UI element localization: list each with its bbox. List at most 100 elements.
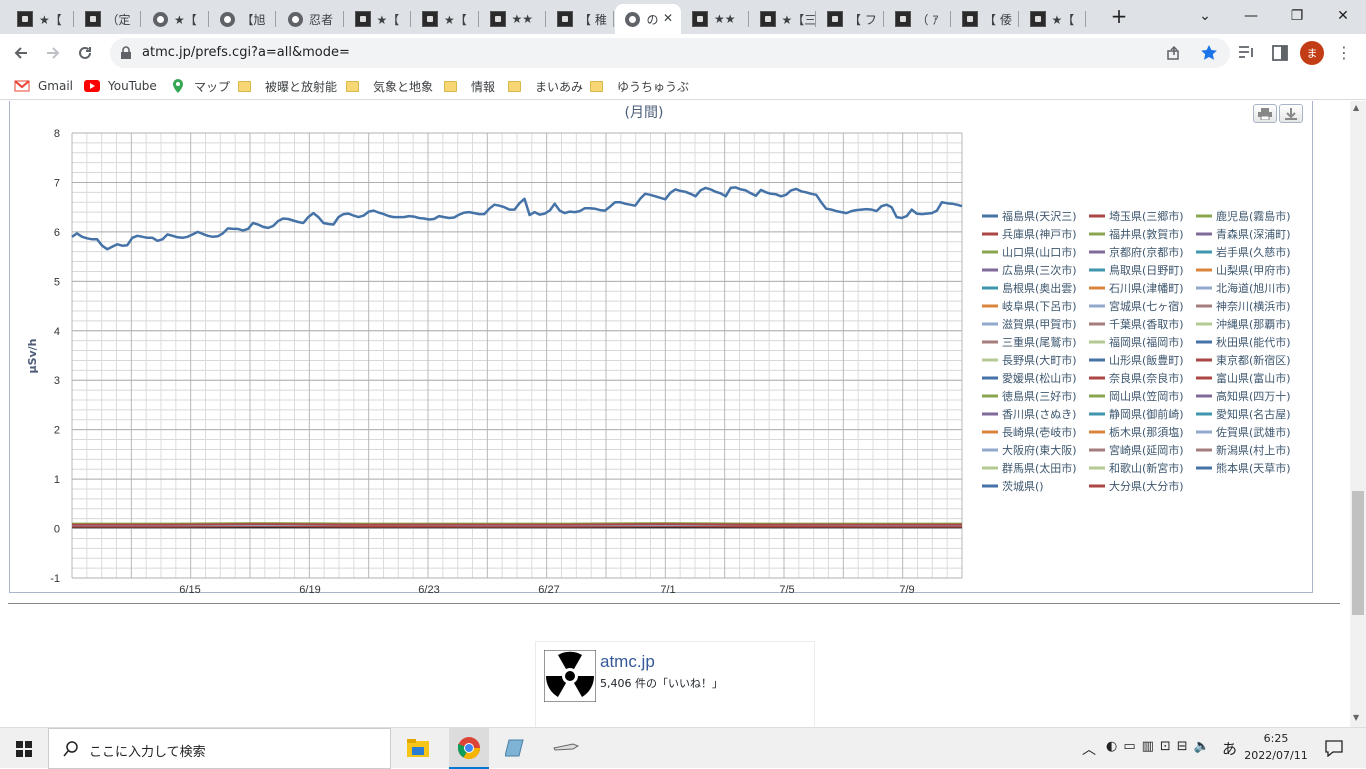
menu-icon[interactable]: ⋮ <box>1336 43 1352 62</box>
tab-10[interactable]: ★★ <box>682 4 749 34</box>
legend-item[interactable]: 山梨県(甲府市) <box>1216 263 1291 277</box>
legend-item[interactable]: 茨城県() <box>1002 479 1044 493</box>
new-tab-button[interactable]: + <box>1096 0 1142 32</box>
legend-item[interactable]: 島根県(奥出雲) <box>1002 281 1077 295</box>
notification-icon[interactable] <box>1325 740 1343 757</box>
bookmark-2[interactable]: マップ <box>170 77 230 95</box>
legend-item[interactable]: 富山県(富山市) <box>1216 371 1291 385</box>
clock-time[interactable]: 6:25 <box>1248 732 1304 745</box>
legend-item[interactable]: 岡山県(笠岡市) <box>1109 389 1184 403</box>
tray-chevron-icon[interactable]: ︿ <box>1082 739 1096 759</box>
tab-13[interactable]: （ ｱ <box>885 4 951 34</box>
tab-7[interactable]: ★★ <box>480 4 546 34</box>
legend-item[interactable]: 東京都(新宿区) <box>1216 353 1291 367</box>
legend-item[interactable]: 徳島県(三好市) <box>1002 389 1077 403</box>
close-window-icon[interactable]: ✕ <box>1320 0 1366 32</box>
minimize-icon[interactable]: — <box>1228 0 1274 32</box>
scroll-down-icon[interactable]: ▼ <box>1353 713 1359 722</box>
legend-item[interactable]: 和歌山(新宮市) <box>1109 461 1184 475</box>
bookmark-4[interactable]: 気象と地象 <box>346 77 433 95</box>
legend-item[interactable]: 栃木県(那須塩) <box>1109 425 1184 439</box>
reload-icon[interactable] <box>70 38 100 68</box>
legend-item[interactable]: 大分県(大分市) <box>1109 479 1184 493</box>
close-tab-icon[interactable]: ✕ <box>663 11 673 25</box>
tab-8[interactable]: 【 稚 <box>547 4 614 34</box>
legend-item[interactable]: 岐阜県(下呂市) <box>1002 299 1077 313</box>
legend-item[interactable]: 長崎県(壱岐市) <box>1002 425 1077 439</box>
page-scrollbar[interactable]: ▲ ▼ <box>1350 101 1366 727</box>
tab-3[interactable]: 【旭 <box>210 4 276 34</box>
legend-item[interactable]: 長野県(大町市) <box>1002 353 1077 367</box>
forward-icon[interactable] <box>38 38 68 68</box>
bookmark-star-icon[interactable] <box>1200 44 1218 62</box>
legend-item[interactable]: 鹿児島(霧島市) <box>1216 209 1291 223</box>
tab-search-icon[interactable]: ⌄ <box>1182 0 1228 32</box>
legend-item[interactable]: 熊本県(天草市) <box>1216 461 1291 475</box>
legend-item[interactable]: 石川県(津幡町) <box>1109 281 1184 295</box>
tab-9[interactable]: の ✕ <box>614 4 681 34</box>
legend-item[interactable]: 福岡県(福岡市) <box>1109 335 1184 349</box>
legend-item[interactable]: 三重県(尾鷲市) <box>1002 335 1077 349</box>
legend-item[interactable]: 静岡県(御前崎) <box>1109 407 1184 421</box>
legend-item[interactable]: 群馬県(太田市) <box>1002 461 1077 475</box>
back-icon[interactable] <box>6 38 36 68</box>
legend-item[interactable]: 滋賀県(甲賀市) <box>1002 317 1077 331</box>
tab-2[interactable]: ★【 <box>142 4 209 34</box>
share-icon[interactable] <box>1166 45 1182 61</box>
facebook-page-title[interactable]: atmc.jp <box>600 652 655 672</box>
url-text[interactable]: atmc.jp/prefs.cgi?a=all&mode= <box>142 45 350 60</box>
bookmark-3[interactable]: 被曝と放射能 <box>238 77 337 95</box>
tab-15[interactable]: ★【 <box>1020 4 1086 34</box>
tab-12[interactable]: 【 フ <box>817 4 884 34</box>
side-panel-icon[interactable] <box>1272 45 1288 61</box>
legend-item[interactable]: 福島県(天沢三) <box>1002 209 1077 223</box>
legend-item[interactable]: 宮城県(七ヶ宿) <box>1109 299 1184 313</box>
scrollbar-thumb[interactable] <box>1352 491 1364 615</box>
tab-1[interactable]: （定 <box>75 4 141 34</box>
bookmark-7[interactable]: ゆうちゅうぶ <box>590 77 689 95</box>
tab-5[interactable]: ★【 <box>345 4 411 34</box>
tab-11[interactable]: ★【三 <box>750 4 816 34</box>
legend-item[interactable]: 京都府(京都市) <box>1109 245 1184 259</box>
address-bar[interactable]: atmc.jp/prefs.cgi?a=all&mode= <box>110 38 1230 68</box>
legend-item[interactable]: 千葉県(香取市) <box>1109 317 1184 331</box>
scroll-up-icon[interactable]: ▲ <box>1353 103 1359 112</box>
legend-item[interactable]: 鳥取県(日野町) <box>1109 263 1184 277</box>
legend-item[interactable]: 岩手県(久慈市) <box>1216 245 1291 259</box>
bookmark-0[interactable]: Gmail <box>14 77 73 95</box>
tab-14[interactable]: 【 倭 <box>952 4 1019 34</box>
legend-item[interactable]: 高知県(四万十) <box>1216 389 1291 403</box>
windows-start-icon[interactable] <box>16 741 32 757</box>
clock-date[interactable]: 2022/07/11 <box>1244 749 1308 762</box>
legend-item[interactable]: 埼玉県(三郷市) <box>1109 209 1184 223</box>
legend-item[interactable]: 大阪府(東大阪) <box>1002 443 1077 457</box>
print-chart-button[interactable] <box>1253 104 1277 123</box>
file-explorer-icon[interactable] <box>406 738 430 758</box>
radiation-icon[interactable] <box>544 650 596 702</box>
legend-item[interactable]: 愛知県(名古屋) <box>1216 407 1291 421</box>
maximize-icon[interactable]: ❐ <box>1274 0 1320 32</box>
bookmark-1[interactable]: YouTube <box>84 77 157 95</box>
taskbar-search-placeholder[interactable]: ここに入力して検索 <box>89 741 206 760</box>
ime-indicator[interactable]: あ <box>1222 738 1237 759</box>
bookmark-6[interactable]: まいあみ <box>508 77 583 95</box>
tab-4[interactable]: 忍者 <box>277 4 344 34</box>
legend-item[interactable]: 佐賀県(武雄市) <box>1216 425 1291 439</box>
chrome-taskbar-button[interactable] <box>449 728 489 769</box>
legend-item[interactable]: 香川県(さぬき) <box>1002 408 1076 421</box>
taskbar-search-box[interactable]: ここに入力して検索 <box>48 728 391 769</box>
download-chart-button[interactable] <box>1279 104 1303 123</box>
reading-list-icon[interactable] <box>1238 45 1256 61</box>
legend-item[interactable]: 兵庫県(神戸市) <box>1002 227 1077 241</box>
profile-avatar[interactable]: ま <box>1300 41 1324 65</box>
legend-item[interactable]: 福井県(敦賀市) <box>1109 227 1184 241</box>
bookmark-5[interactable]: 情報 <box>444 77 495 95</box>
legend-item[interactable]: 愛媛県(松山市) <box>1002 371 1077 385</box>
airplane-app-icon[interactable] <box>553 740 579 754</box>
tray-icons[interactable]: ◐▭▥⊡⊟🔈 <box>1106 739 1216 754</box>
legend-item[interactable]: 沖縄県(那覇市) <box>1216 317 1291 331</box>
legend-item[interactable]: 山口県(山口市) <box>1002 245 1077 259</box>
notepad-app-icon[interactable] <box>505 738 527 758</box>
legend-item[interactable]: 宮崎県(延岡市) <box>1109 443 1184 457</box>
legend-item[interactable]: 秋田県(能代市) <box>1216 335 1291 349</box>
